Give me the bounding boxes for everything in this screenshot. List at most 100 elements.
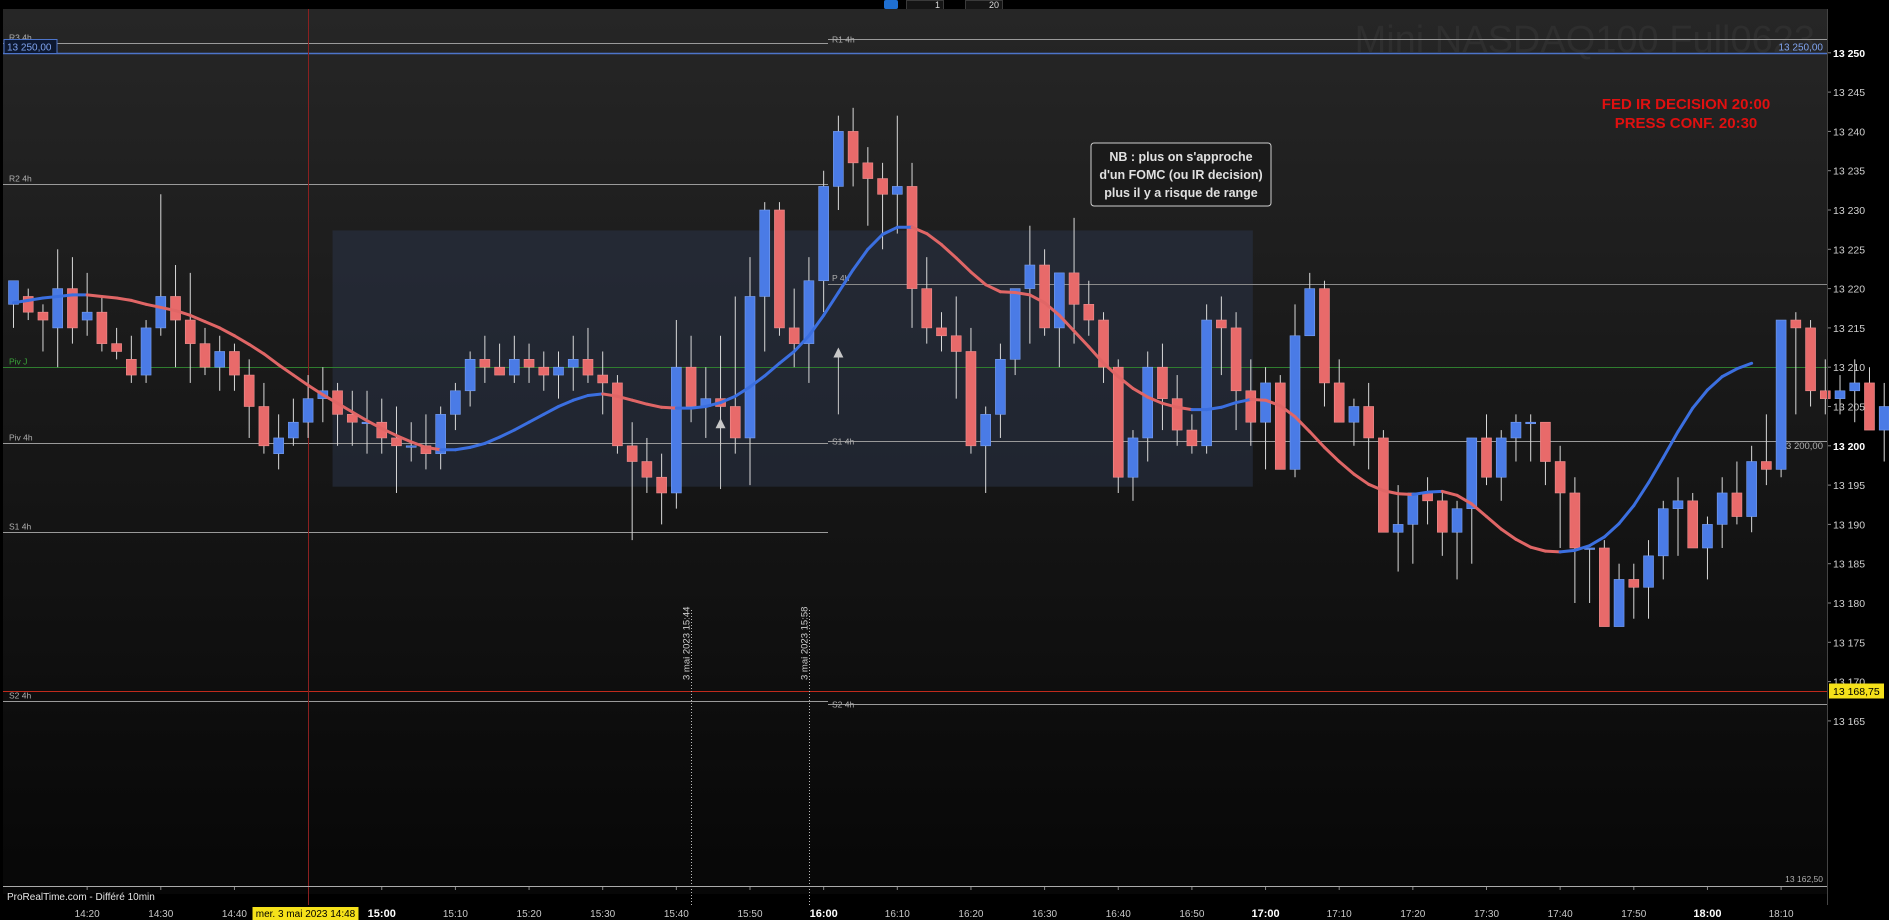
level-label: S1 4h <box>832 437 854 447</box>
candle-body <box>1481 437 1492 478</box>
price-tick-label: 13 205 <box>1833 402 1865 414</box>
price-tick-label: 13 230 <box>1833 205 1865 217</box>
candle-body <box>243 374 255 407</box>
candle-body <box>1274 382 1286 470</box>
candle-body <box>567 359 579 368</box>
price-tick-label: 13 210 <box>1833 362 1865 374</box>
marker-label: 3 mai 2023 15:58 <box>800 607 811 680</box>
candle-body <box>214 351 226 368</box>
time-tick-label: 15:50 <box>737 909 762 920</box>
candle-body <box>1009 288 1021 360</box>
candle-body <box>1466 437 1478 509</box>
time-tick-label: 15:40 <box>664 909 689 920</box>
moving-average-segment <box>998 290 1017 295</box>
candle-body <box>273 437 284 454</box>
current-price-label: 13 168,75 <box>1833 686 1880 698</box>
bottom-right-price: 13 162,50 <box>1785 874 1823 884</box>
candle-body <box>847 131 859 164</box>
nb-note-line: d'un FOMC (ou IR decision) <box>1099 168 1262 182</box>
candle-body <box>1216 319 1227 329</box>
moving-average-segment <box>1249 397 1268 402</box>
candle-body <box>155 296 167 329</box>
candle-body <box>1171 398 1183 431</box>
candle-body <box>1289 335 1301 470</box>
candle-body <box>1790 319 1802 329</box>
candle-body <box>1363 406 1374 439</box>
candle-body <box>1392 524 1404 533</box>
candle-body <box>523 359 535 368</box>
candle-body <box>1451 508 1463 533</box>
time-tick-label: 17:50 <box>1621 909 1646 920</box>
candle-body <box>538 366 550 376</box>
band-right-label: 13 250,00 <box>1779 43 1824 54</box>
candle-body <box>1746 461 1757 517</box>
candle-body <box>258 406 270 447</box>
moving-average-segment <box>1558 548 1577 554</box>
level-label: Piv 4h <box>9 433 33 443</box>
time-tick-label: 14:30 <box>148 909 173 920</box>
price-tick-label: 13 220 <box>1833 284 1865 296</box>
candle-body <box>1657 508 1669 557</box>
level-label: Piv J <box>9 357 27 367</box>
candle-body <box>1437 500 1448 533</box>
candle-body <box>1834 390 1846 399</box>
price-chart[interactable]: Mini NASDAQ100 Full0623 R3 4hR2 4hPiv JP… <box>0 0 1889 920</box>
candle-body <box>302 398 314 423</box>
candle-body <box>229 351 240 376</box>
time-tick-label: 15:00 <box>368 908 396 920</box>
candle-body <box>184 319 196 344</box>
nb-note-line: NB : plus on s'approche <box>1109 150 1252 164</box>
candle-body <box>288 421 299 439</box>
candle-body <box>582 359 594 376</box>
candle-body <box>1348 406 1360 423</box>
candle-body <box>1378 437 1389 533</box>
candle-body <box>1127 437 1139 478</box>
data-source-label: ProRealTime.com - Différé 10min <box>7 892 155 903</box>
candle-body <box>1407 492 1419 525</box>
moving-average-segment <box>1543 549 1562 554</box>
candle-body <box>1643 555 1654 588</box>
candle-body <box>965 351 977 447</box>
band-left-label: 13 250,00 <box>7 43 52 54</box>
time-tick-label: 16:30 <box>1032 909 1057 920</box>
moving-average-segment <box>660 405 678 410</box>
level-label: S1 4h <box>9 522 31 532</box>
price-tick-label: 13 165 <box>1833 716 1865 728</box>
right-price-label: 13 200,00 <box>1781 441 1823 452</box>
price-tick-label: 13 200 <box>1833 441 1865 453</box>
candle-body <box>464 359 476 392</box>
candle-body <box>1525 421 1536 425</box>
price-tick-label: 13 225 <box>1833 244 1865 256</box>
candle-body <box>1628 579 1640 588</box>
candle-body <box>37 311 49 321</box>
price-tick-label: 13 235 <box>1833 166 1865 178</box>
level-label: R1 4h <box>832 35 855 45</box>
candle-body <box>1805 327 1816 392</box>
candle-body <box>685 366 697 407</box>
candle-body <box>1039 264 1050 329</box>
candle-body <box>170 296 181 321</box>
moving-average-segment <box>56 293 74 298</box>
candle-body <box>921 288 933 329</box>
candle-body <box>1495 437 1507 478</box>
candle-body <box>671 366 682 494</box>
fed-note-line: FED IR DECISION 20:00 <box>1602 96 1770 113</box>
candle-body <box>1230 327 1242 392</box>
moving-average-segment <box>100 294 119 300</box>
price-tick-label: 13 245 <box>1833 87 1865 99</box>
time-tick-label: 16:50 <box>1179 909 1204 920</box>
candle-body <box>774 209 785 329</box>
candle-body <box>1024 264 1036 289</box>
time-tick-label: 16:20 <box>958 909 983 920</box>
candle-body <box>1068 272 1080 305</box>
candle-body <box>1201 319 1212 447</box>
time-tick-label: 17:30 <box>1474 909 1499 920</box>
price-tick-label: 13 185 <box>1833 559 1865 571</box>
price-tick-label: 13 250 <box>1833 48 1865 60</box>
price-tick-label: 13 180 <box>1833 598 1865 610</box>
candle-body <box>1540 421 1551 462</box>
moving-average-segment <box>586 392 605 397</box>
candle-body <box>405 445 417 448</box>
candle-body <box>641 461 653 478</box>
price-tick-label: 13 240 <box>1833 126 1865 138</box>
